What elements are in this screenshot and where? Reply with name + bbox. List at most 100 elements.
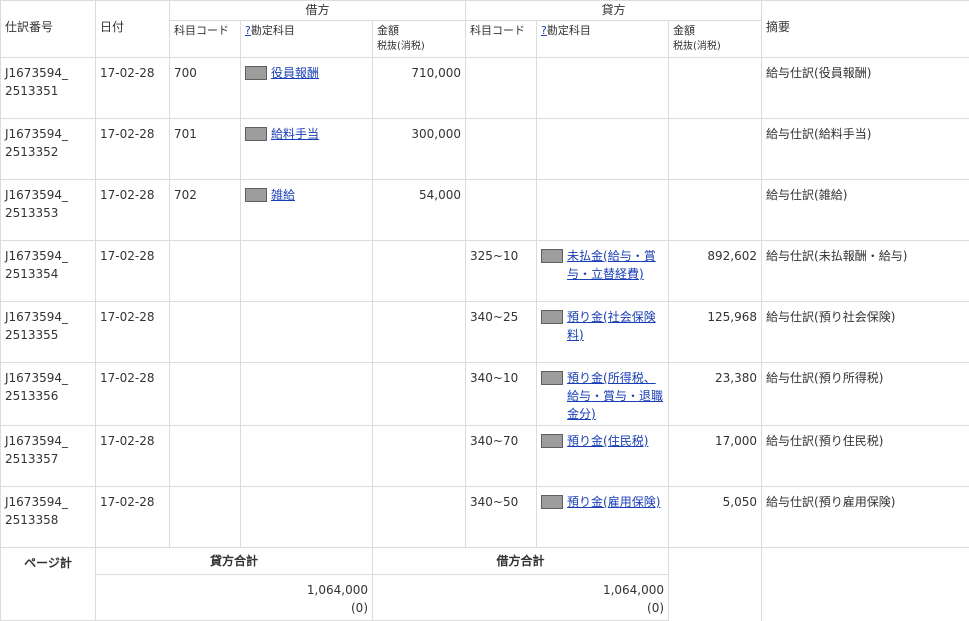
entry-date: 17-02-28 [96,487,170,548]
credit-total-label: 貸方合計 [96,548,373,575]
credit-code [466,58,537,119]
debit-amount: 300,000 [373,119,466,180]
table-row: J1673594_251335217-02-28701給料手当300,000給与… [1,119,969,180]
debit-code [170,363,241,426]
account-tag-icon[interactable] [245,188,267,202]
entry-no: J1673594_2513355 [1,302,96,363]
entry-no: J1673594_2513358 [1,487,96,548]
debit-amount: 54,000 [373,180,466,241]
entry-date: 17-02-28 [96,58,170,119]
account-link[interactable]: 預り金(住民税) [567,432,648,450]
entry-summary: 給与仕訳(給料手当) [762,119,969,180]
account-link[interactable]: 預り金(雇用保険) [567,493,660,511]
credit-code: 340~70 [466,426,537,487]
col-debit: 借方 [170,1,466,21]
debit-code [170,487,241,548]
credit-account: 預り金(社会保険料) [537,302,669,363]
col-credit-account: ?勘定科目 [537,21,669,58]
account-link[interactable]: 給料手当 [271,125,319,143]
account-link[interactable]: 未払金(給与・賞与・立替経費) [567,247,664,283]
debit-amount [373,241,466,302]
footer-blank [669,548,762,621]
account-tag-icon[interactable] [541,495,563,509]
table-row: J1673594_251335117-02-28700 役員報酬 710,000 給与… [1,58,969,119]
entry-summary: 給与仕訳(未払報酬・給与) [762,241,969,302]
debit-amount [373,302,466,363]
debit-code [170,426,241,487]
table-row: J1673594_251335417-02-28325~10未払金(給与・賞与・… [1,241,969,302]
account-tag-icon[interactable] [541,371,563,385]
entry-summary: 給与仕訳(預り住民税) [762,426,969,487]
table-row: J1673594_251335617-02-28340~10預り金(所得税、給与… [1,363,969,426]
account-link[interactable]: 預り金(所得税、給与・賞与・退職金分) [567,369,664,423]
debit-account [241,363,373,426]
debit-code [170,302,241,363]
entry-summary: 給与仕訳(預り所得税) [762,363,969,426]
col-debit-account: ?勘定科目 [241,21,373,58]
debit-account: 役員報酬 [241,58,373,119]
col-debit-code: 科目コード [170,21,241,58]
page-total-label: ページ計 [1,548,96,621]
entry-no: J1673594_2513354 [1,241,96,302]
col-debit-amount: 金額税抜(消税) [373,21,466,58]
credit-amount [669,180,762,241]
credit-account: 未払金(給与・賞与・立替経費) [537,241,669,302]
account-tag-icon[interactable] [541,310,563,324]
credit-account [537,119,669,180]
entry-date: 17-02-28 [96,363,170,426]
account-tag-icon[interactable] [245,66,267,80]
debit-account [241,426,373,487]
debit-total-label: 借方合計 [373,548,669,575]
account-link[interactable]: 役員報酬 [271,64,319,82]
entry-summary: 給与仕訳(預り雇用保険) [762,487,969,548]
debit-account [241,302,373,363]
entry-date: 17-02-28 [96,119,170,180]
credit-code [466,119,537,180]
credit-amount: 5,050 [669,487,762,548]
debit-amount [373,487,466,548]
debit-code: 700 [170,58,241,119]
col-credit-code: 科目コード [466,21,537,58]
credit-account: 預り金(雇用保険) [537,487,669,548]
credit-amount [669,58,762,119]
debit-code [170,241,241,302]
credit-amount [669,119,762,180]
account-link[interactable]: 預り金(社会保険料) [567,308,664,344]
account-tag-icon[interactable] [541,434,563,448]
table-row: J1673594_251335717-02-28340~70預り金(住民税)17… [1,426,969,487]
credit-code [466,180,537,241]
col-credit: 貸方 [466,1,762,21]
credit-account [537,58,669,119]
debit-account: 雑給 [241,180,373,241]
entry-no: J1673594_2513351 [1,58,96,119]
credit-amount: 23,380 [669,363,762,426]
account-tag-icon[interactable] [541,249,563,263]
credit-account: 預り金(住民税) [537,426,669,487]
debit-amount [373,426,466,487]
credit-code: 325~10 [466,241,537,302]
entry-date: 17-02-28 [96,302,170,363]
col-date: 日付 [96,1,170,58]
entry-summary: 給与仕訳(雑給) [762,180,969,241]
credit-account [537,180,669,241]
table-row: J1673594_251335817-02-28 340~50 預り金(雇用保険) 5… [1,487,969,548]
table-row: J1673594_251335517-02-28 340~25 預り金(社会保険料)… [1,302,969,363]
credit-code: 340~25 [466,302,537,363]
account-tag-icon[interactable] [245,127,267,141]
entry-no: J1673594_2513353 [1,180,96,241]
account-link[interactable]: 雑給 [271,186,295,204]
credit-amount: 17,000 [669,426,762,487]
credit-amount: 125,968 [669,302,762,363]
col-entry-no: 仕訳番号 [1,1,96,58]
journal-table: 仕訳番号 日付 借方 貸方 摘要 科目コード ?勘定科目 金額税抜(消税) 科目… [0,0,969,621]
col-summary: 摘要 [762,1,969,58]
debit-amount: 710,000 [373,58,466,119]
credit-total-value: 1,064,000(0) [96,575,373,621]
credit-code: 340~50 [466,487,537,548]
entry-summary: 給与仕訳(役員報酬) [762,58,969,119]
entry-no: J1673594_2513352 [1,119,96,180]
entry-no: J1673594_2513356 [1,363,96,426]
debit-amount [373,363,466,426]
debit-code: 702 [170,180,241,241]
credit-account: 預り金(所得税、給与・賞与・退職金分) [537,363,669,426]
